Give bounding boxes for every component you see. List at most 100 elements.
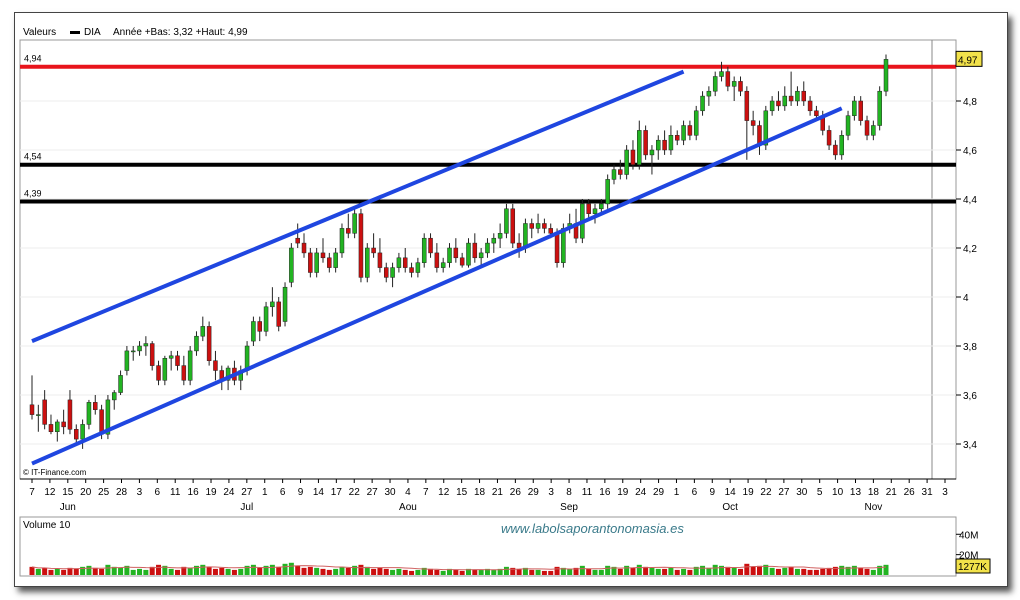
x-tick-label: 5 xyxy=(817,487,823,498)
volume-bar xyxy=(219,567,225,575)
volume-bar xyxy=(364,566,370,575)
volume-bar xyxy=(137,568,143,575)
volume-bar xyxy=(756,565,762,575)
volume-bar xyxy=(187,567,193,575)
volume-bar xyxy=(687,569,693,575)
volume-bar xyxy=(257,567,263,575)
x-tick-label: 19 xyxy=(743,487,755,498)
price-panel xyxy=(19,39,957,480)
candle-body xyxy=(270,301,275,308)
y-tick-label: 4,2 xyxy=(963,244,977,255)
candle-body xyxy=(289,247,294,283)
candle-body xyxy=(200,326,206,337)
candle-body xyxy=(263,306,269,332)
volume-bar xyxy=(706,567,712,575)
volume-bar xyxy=(295,565,301,575)
volume-bar xyxy=(548,570,554,575)
candle-body xyxy=(491,237,497,244)
candle-body xyxy=(257,321,262,332)
volume-bar xyxy=(750,566,756,575)
candle-body xyxy=(485,242,490,254)
volume-bar xyxy=(617,568,623,575)
volume-bar xyxy=(156,564,162,575)
candle-body xyxy=(421,237,427,263)
volume-bar xyxy=(345,567,351,575)
x-tick-label: 19 xyxy=(617,487,629,498)
volume-bar xyxy=(738,568,744,575)
month-label: Jun xyxy=(60,502,76,513)
x-tick-label: 7 xyxy=(29,487,35,498)
volume-bar xyxy=(769,567,775,575)
candle-body xyxy=(744,90,750,121)
y-tick-label: 3,8 xyxy=(963,342,977,353)
volume-bar xyxy=(61,569,67,575)
level-label: 4,39 xyxy=(24,188,42,198)
volume-bar xyxy=(73,568,79,575)
volume-bar xyxy=(668,567,674,575)
volume-bar xyxy=(801,568,807,575)
x-tick-label: 24 xyxy=(635,487,647,498)
candle-body xyxy=(168,355,174,359)
candle-body xyxy=(251,321,256,342)
candle-body xyxy=(719,71,724,77)
volume-bar xyxy=(586,568,592,575)
volume-bar xyxy=(326,569,332,575)
volume-bar xyxy=(820,568,826,575)
candle-body xyxy=(466,242,471,266)
candle-body xyxy=(833,144,838,156)
candle-body xyxy=(839,135,844,156)
volume-bar xyxy=(402,569,408,575)
candle-body xyxy=(782,95,788,107)
volume-bar xyxy=(731,567,737,575)
x-tick-label: 20 xyxy=(80,487,92,498)
volume-bar xyxy=(130,569,136,575)
volume-bar xyxy=(681,568,687,575)
candle-body xyxy=(118,375,123,393)
volume-bar xyxy=(92,567,98,575)
candle-body xyxy=(48,424,54,432)
volume-bar xyxy=(409,570,415,575)
x-tick-label: 31 xyxy=(922,487,934,498)
volume-bar xyxy=(428,568,434,575)
candle-body xyxy=(637,130,642,165)
volume-bar xyxy=(554,566,560,575)
candle-body xyxy=(605,179,610,205)
candle-body xyxy=(459,257,465,266)
candle-body xyxy=(396,257,402,268)
x-tick-label: 1 xyxy=(262,487,268,498)
source-credit: © IT-Finance.com xyxy=(23,468,87,477)
candle-body xyxy=(358,213,364,278)
x-tick-label: 11 xyxy=(582,487,593,498)
candle-body xyxy=(731,81,737,87)
month-label: Sep xyxy=(560,502,578,513)
x-tick-label: 30 xyxy=(796,487,808,498)
candle-body xyxy=(415,262,421,273)
volume-bar xyxy=(377,567,383,575)
candle-body xyxy=(402,257,408,268)
candle-body xyxy=(643,130,648,156)
candle-body xyxy=(656,139,661,151)
candle-body xyxy=(55,421,60,433)
volume-y-tick-label: 40M xyxy=(959,530,978,541)
x-tick-label: 16 xyxy=(599,487,611,498)
candle-body xyxy=(801,90,807,102)
candle-body xyxy=(535,223,541,229)
volume-bar xyxy=(314,567,320,575)
volume-label: Volume 10 xyxy=(23,520,71,531)
volume-bar xyxy=(775,568,781,575)
x-tick-label: 6 xyxy=(280,487,286,498)
candle-body xyxy=(624,149,629,175)
x-tick-label: 3 xyxy=(548,487,554,498)
candle-body xyxy=(883,59,889,92)
volume-bar xyxy=(516,568,522,575)
candle-body xyxy=(599,203,604,210)
volume-bar xyxy=(200,564,206,575)
x-tick-label: 28 xyxy=(116,487,128,498)
candle-body xyxy=(308,252,313,273)
volume-bar xyxy=(301,567,307,575)
volume-bar xyxy=(453,569,459,575)
volume-bar xyxy=(662,568,668,575)
candle-body xyxy=(301,242,307,254)
candle-body xyxy=(276,301,281,327)
candle-body xyxy=(137,345,142,352)
